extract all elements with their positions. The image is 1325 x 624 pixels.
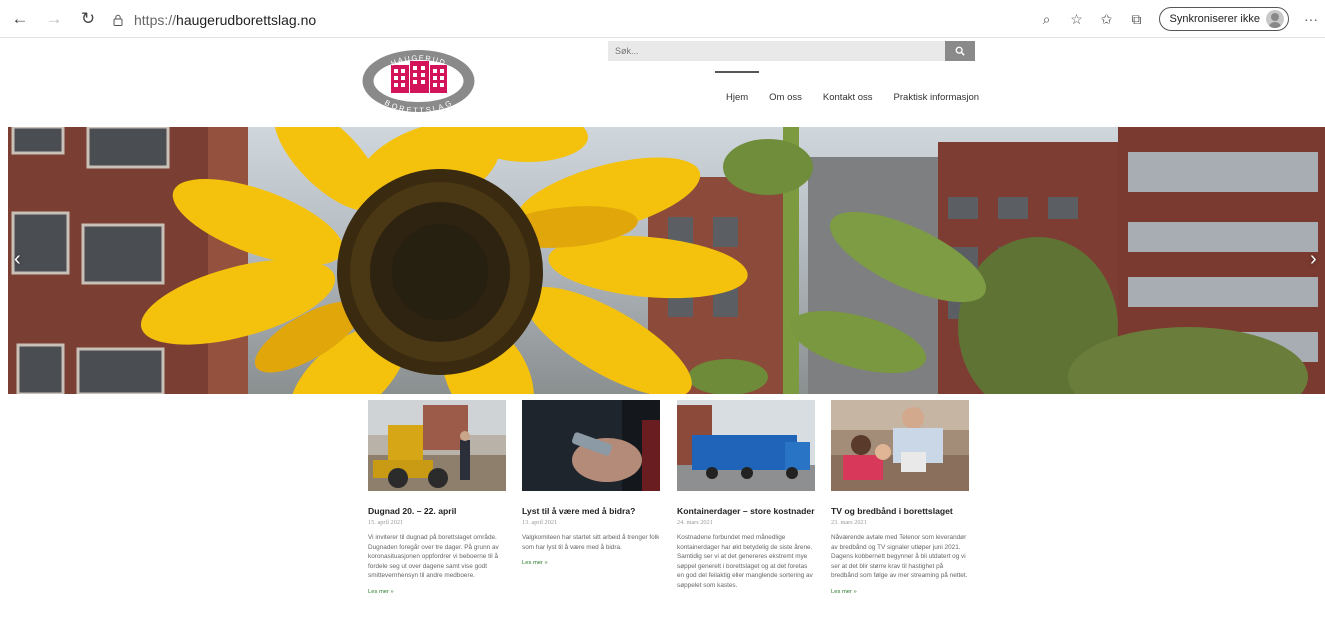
search-button[interactable]	[945, 41, 975, 61]
post-thumbnail-family[interactable]	[831, 400, 969, 491]
menu-item-om-oss[interactable]: Om oss	[769, 70, 802, 110]
post-card: Dugnad 20. – 22. april 15. april 2021 Vi…	[368, 400, 508, 595]
hero-slider: ‹ ›	[8, 127, 1325, 394]
post-excerpt: Nåværende avtale med Telenor som leveran…	[831, 534, 968, 580]
post-card: Kontainerdager – store kostnader 24. mar…	[677, 400, 817, 591]
post-thumbnail-phone[interactable]	[522, 400, 660, 491]
favorites-icon[interactable]: ✩	[1099, 11, 1115, 28]
post-thumbnail-loader[interactable]	[368, 400, 506, 491]
read-more-link[interactable]: Les mer »	[831, 589, 971, 595]
post-date: 13. april 2021	[522, 519, 558, 526]
search-icon	[955, 46, 965, 56]
post-title[interactable]: Lyst til å være med å bidra?	[522, 506, 662, 517]
post-card: TV og bredbånd i borettslaget 23. mars 2…	[831, 400, 971, 595]
menu-item-hjem[interactable]: Hjem	[715, 70, 760, 110]
menu-item-kontakt-oss[interactable]: Kontakt oss	[823, 70, 873, 110]
sync-label: Synkroniserer ikke	[1169, 13, 1260, 25]
post-title[interactable]: Kontainerdager – store kostnader	[677, 506, 817, 517]
site-search	[608, 41, 975, 61]
phone-photo	[522, 400, 660, 491]
main-menu: Hjem Om oss Kontakt oss Praktisk informa…	[715, 70, 1000, 110]
post-title[interactable]: TV og bredbånd i borettslaget	[831, 506, 971, 517]
address-bar[interactable]: https://haugerudborettslag.no	[112, 9, 1072, 31]
post-excerpt: Kostnadene forbundet med månedlige konta…	[677, 534, 813, 589]
loader-photo	[368, 400, 506, 491]
zoom-icon[interactable]: ⌕	[1039, 11, 1055, 28]
collections-icon[interactable]: ⧉	[1129, 11, 1145, 28]
refresh-icon[interactable]: ↻	[74, 5, 102, 33]
post-excerpt: Valgkomiteen har startet sitt arbeid å t…	[522, 534, 660, 551]
post-thumbnail-truck[interactable]	[677, 400, 815, 491]
site-logo[interactable]: HAUGERUD BORETTSLAG	[361, 49, 476, 113]
url-protocol: https://	[134, 12, 177, 28]
lock-icon	[113, 14, 123, 26]
post-date: 15. april 2021	[368, 519, 404, 526]
post-date: 23. mars 2021	[831, 519, 867, 526]
search-input[interactable]	[608, 41, 945, 61]
family-photo	[831, 400, 969, 491]
profile-avatar-icon	[1266, 10, 1284, 28]
post-title[interactable]: Dugnad 20. – 22. april	[368, 506, 508, 517]
more-menu-icon[interactable]: ···	[1303, 11, 1319, 27]
sync-button[interactable]: Synkroniserer ikke	[1158, 7, 1289, 31]
url-host: haugerudborettslag.no	[176, 12, 317, 28]
read-more-link[interactable]: Les mer »	[368, 589, 508, 595]
menu-item-praktisk-informasjon[interactable]: Praktisk informasjon	[894, 70, 980, 110]
add-favorite-icon[interactable]: ☆	[1069, 11, 1085, 28]
post-card: Lyst til å være med å bidra? 13. april 2…	[522, 400, 662, 566]
slider-next-arrow-icon[interactable]: ›	[1310, 249, 1317, 269]
forward-arrow-icon[interactable]: →	[40, 5, 68, 33]
back-arrow-icon[interactable]: ←	[6, 5, 34, 33]
slider-prev-arrow-icon[interactable]: ‹	[14, 249, 21, 269]
browser-toolbar: ← → ↻ https://haugerudborettslag.no ⌕ ☆ …	[0, 0, 1325, 38]
read-more-link[interactable]: Les mer »	[522, 560, 662, 566]
truck-photo	[677, 400, 815, 491]
post-excerpt: Vi inviterer til dugnad på borettslaget …	[368, 534, 499, 580]
hero-image-sunflower	[8, 127, 1325, 394]
post-date: 24. mars 2021	[677, 519, 713, 526]
